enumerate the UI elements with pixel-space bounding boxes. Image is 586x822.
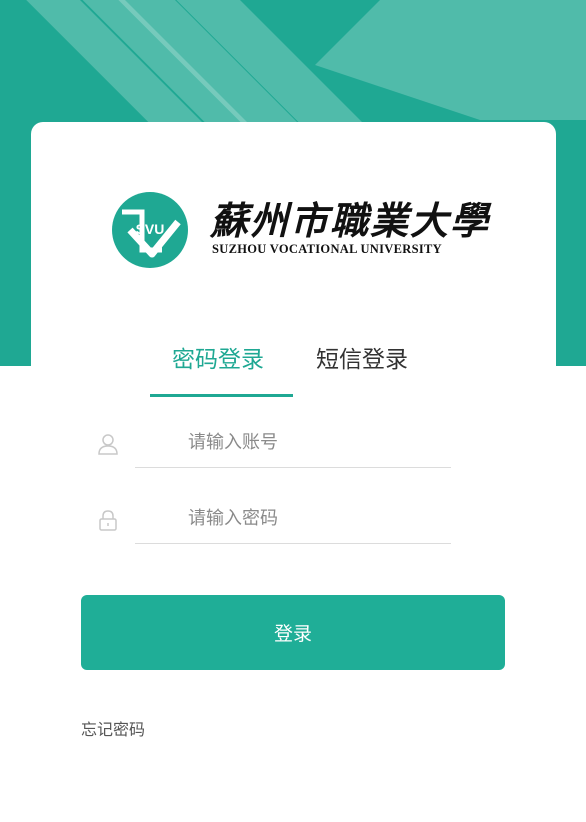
password-input[interactable]	[135, 494, 451, 544]
account-input[interactable]	[135, 418, 451, 468]
user-icon	[98, 434, 118, 455]
svg-text:SVU: SVU	[136, 221, 165, 237]
active-tab-indicator	[150, 394, 293, 397]
svu-emblem-icon: SVU	[112, 192, 188, 268]
tab-password-login[interactable]: 密码登录	[172, 340, 264, 374]
lock-icon	[99, 510, 117, 531]
login-button[interactable]: 登录	[81, 595, 505, 670]
university-logo: SVU 蘇州市職業大學 SUZHOU VOCATIONAL UNIVERSITY	[112, 190, 488, 270]
university-name-cn: 蘇州市職業大學	[210, 198, 491, 243]
tab-sms-login[interactable]: 短信登录	[316, 340, 408, 374]
university-name-en: SUZHOU VOCATIONAL UNIVERSITY	[212, 242, 442, 256]
forgot-password-link[interactable]: 忘记密码	[81, 716, 145, 740]
